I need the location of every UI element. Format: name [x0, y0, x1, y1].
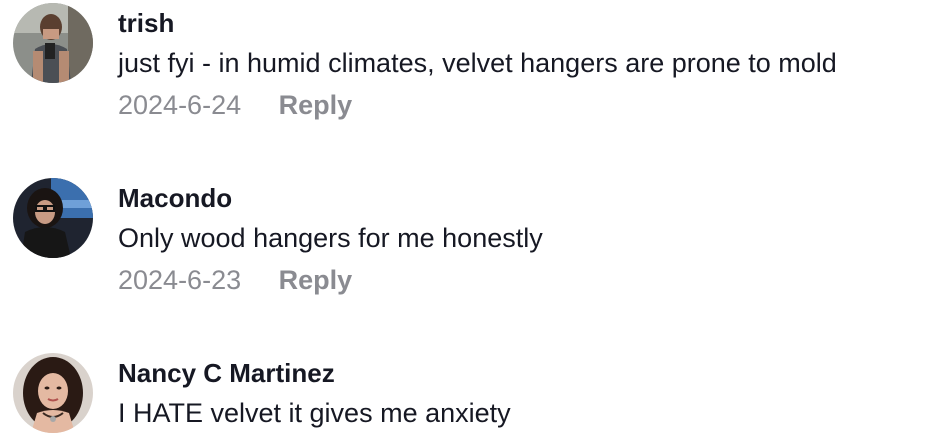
- comment-username[interactable]: Nancy C Martinez: [118, 358, 335, 389]
- comment-item: Nancy C Martinez I HATE velvet it gives …: [0, 350, 938, 438]
- comment-date: 2024-6-23: [118, 265, 242, 295]
- avatar[interactable]: [13, 3, 93, 83]
- avatar[interactable]: [13, 353, 93, 433]
- reply-button[interactable]: Reply: [279, 90, 353, 121]
- comment-item: trish just fyi - in humid climates, velv…: [0, 0, 938, 130]
- comment-meta: 2024-6-24 Reply: [118, 90, 352, 121]
- comment-username[interactable]: Macondo: [118, 183, 232, 214]
- comment-meta: 2024-6-23 Reply: [118, 265, 352, 296]
- comment-text: I HATE velvet it gives me anxiety: [118, 398, 511, 428]
- comment-date: 2024-6-24: [118, 90, 242, 120]
- comment-text: Only wood hangers for me honestly: [118, 223, 543, 253]
- comment-text: just fyi - in humid climates, velvet han…: [118, 48, 837, 78]
- comment-item: Macondo Only wood hangers for me honestl…: [0, 175, 938, 305]
- avatar[interactable]: [13, 178, 93, 258]
- reply-button[interactable]: Reply: [279, 265, 353, 296]
- comment-username[interactable]: trish: [118, 8, 174, 39]
